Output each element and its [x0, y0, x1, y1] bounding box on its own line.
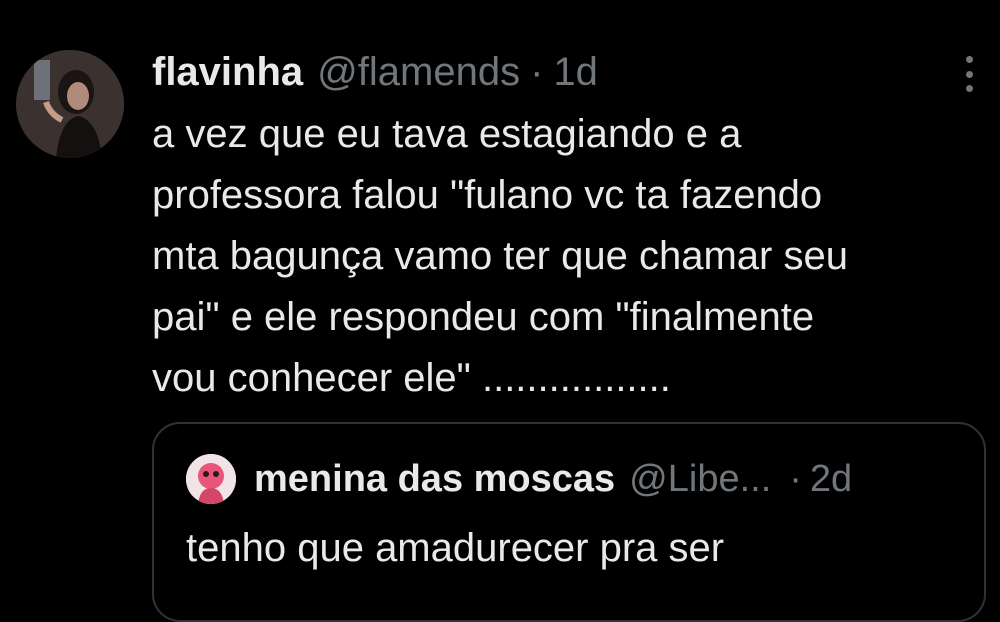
user-avatar-icon[interactable] [16, 50, 124, 158]
tweet-text: a vez que eu tava estagiando e a profess… [152, 104, 982, 409]
tweet-text-line: vou conhecer ele" ................. [152, 356, 671, 400]
more-options-icon[interactable] [962, 56, 976, 92]
tweet-text-line: professora falou "fulano vc ta fazendo [152, 173, 823, 217]
tweet-header: flavinha @flamends · 1d [152, 44, 598, 100]
author-display-name[interactable]: flavinha [152, 44, 303, 100]
quoted-tweet-timestamp[interactable]: 2d [810, 458, 852, 501]
tweet-text-line: pai" e ele respondeu com "finalmente [152, 295, 815, 339]
more-dot [965, 85, 973, 92]
tweet[interactable]: flavinha @flamends · 1d a vez que eu tav… [0, 0, 1000, 622]
quoted-tweet-card[interactable]: menina das moscas @Libe... · 2d tenho qu… [152, 422, 986, 622]
author-handle[interactable]: @flamends [317, 44, 520, 100]
quoted-author-display-name[interactable]: menina das moscas [254, 458, 615, 501]
more-dot [965, 56, 973, 63]
more-dot [965, 70, 973, 78]
quoted-user-avatar-image [186, 454, 236, 504]
quoted-author-handle[interactable]: @Libe... [629, 458, 771, 501]
quoted-tweet-text: tenho que amadurecer pra ser [186, 526, 725, 570]
tweet-text-line: mta bagunça vamo ter que chamar seu [152, 234, 848, 278]
tweet-text-line: a vez que eu tava estagiando e a [152, 112, 742, 156]
quoted-user-avatar-icon[interactable] [186, 454, 236, 504]
quoted-header-separator: · [789, 457, 802, 500]
tweet-timestamp[interactable]: 1d [553, 44, 598, 100]
user-avatar-image [16, 50, 124, 158]
header-separator: · [530, 50, 544, 94]
quoted-tweet-header: menina das moscas @Libe... · 2d [254, 452, 852, 506]
